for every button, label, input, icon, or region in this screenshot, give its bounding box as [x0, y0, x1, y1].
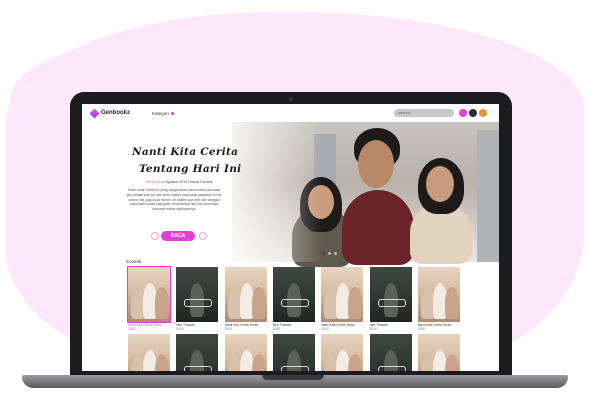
movie-card[interactable]: [369, 334, 412, 371]
movie-card[interactable]: [417, 334, 460, 371]
poster-figure: [155, 287, 169, 319]
movie-card[interactable]: Nanti Kita Cerita Tenta... 2020: [127, 266, 171, 331]
poster-figure: [155, 354, 169, 371]
navbar: Genbookz Kategori search...: [82, 104, 499, 122]
brand-logo[interactable]: Genbookz: [89, 108, 131, 118]
hero-meta: 96% Cocok Agustus 2019 Drama Comedi: [146, 180, 212, 184]
slider-dot[interactable]: [322, 252, 325, 255]
dislike-icon[interactable]: [151, 232, 159, 240]
movie-card[interactable]: Nim Thewok 2020: [272, 267, 315, 331]
poster-figure: [444, 287, 459, 319]
poster-title-art: [377, 366, 406, 371]
profile-icon[interactable]: [469, 109, 477, 117]
person-center-face: [358, 140, 394, 188]
search-input[interactable]: search...: [394, 109, 454, 117]
brand-name: Genbookz: [101, 110, 131, 116]
movie-card[interactable]: Nim Thewok 2020: [176, 267, 219, 331]
movie-year: 2020: [417, 327, 426, 331]
movie-card[interactable]: [176, 334, 219, 371]
slider-dot[interactable]: [334, 252, 337, 255]
poster-figure: [348, 287, 363, 319]
movie-card[interactable]: [224, 334, 267, 371]
hero-title-line1: Nanti Kita Cerita: [132, 146, 239, 158]
movie-card[interactable]: Nanti Kita Cerita Tenta... 2019: [321, 267, 364, 331]
movie-card[interactable]: [272, 334, 315, 371]
movie-year: 2020: [224, 327, 232, 331]
add-icon[interactable]: [199, 232, 207, 240]
poster-image[interactable]: [321, 334, 364, 371]
poster-image[interactable]: [369, 267, 412, 322]
person-right-face: [426, 166, 454, 202]
category-label: Kategori: [152, 110, 169, 116]
poster-image[interactable]: [417, 267, 460, 322]
slider-dot[interactable]: [328, 252, 331, 255]
category-menu[interactable]: Kategori: [152, 111, 174, 116]
laptop-notch: [262, 375, 324, 380]
movie-year: 2019: [321, 327, 329, 331]
poster-image[interactable]: [272, 267, 315, 322]
hero-banner: Nanti Kita Cerita Tentang Hari Ini 96% C…: [82, 122, 499, 267]
user-avatar[interactable]: [479, 109, 487, 117]
laptop-screen: Genbookz Kategori search... Nanti Kita C: [82, 104, 499, 371]
poster-image[interactable]: [272, 334, 315, 371]
hero-synopsis: Kisah anak SANAGA yang sangat suka menco…: [126, 188, 222, 212]
poster-image[interactable]: [224, 334, 267, 371]
hero-title-line2: Tentang Hari Ini: [139, 163, 242, 175]
movie-card[interactable]: [321, 334, 364, 371]
poster-image[interactable]: [369, 334, 412, 371]
movie-year: 2020: [272, 327, 281, 331]
building-right: [477, 130, 499, 262]
section-title: Komedi: [126, 259, 142, 264]
poster-title-art: [280, 299, 309, 307]
movie-card[interactable]: Nim Thewok 2019: [369, 267, 412, 331]
poster-figure: [348, 354, 363, 371]
movie-card[interactable]: Nanti Kita Cerita Tenta... 2020: [417, 267, 460, 331]
logo-icon: [89, 108, 100, 118]
hero-meta-details: Agustus 2019 Drama Comedi: [165, 180, 213, 184]
poster-image[interactable]: [176, 267, 219, 322]
poster-figure: [251, 287, 266, 319]
movie-card[interactable]: [128, 334, 170, 371]
poster-figure: [444, 354, 459, 371]
poster-image[interactable]: [176, 334, 219, 371]
camera-icon: [289, 97, 293, 101]
movie-year: 2020: [128, 327, 136, 331]
movie-year: 2019: [369, 327, 377, 331]
poster-image[interactable]: [128, 334, 170, 371]
match-rating: 96% Cocok: [146, 180, 165, 184]
read-button[interactable]: BACA: [161, 231, 195, 241]
chevron-down-icon: [170, 111, 174, 115]
movie-year: 2020: [176, 327, 184, 331]
movie-card[interactable]: Nanti Kita Cerita Tenta... 2020: [224, 267, 267, 331]
poster-figure: [251, 354, 266, 371]
poster-title-art: [184, 299, 213, 307]
poster-title-art: [184, 366, 213, 371]
poster-image[interactable]: [321, 267, 364, 322]
poster-image[interactable]: [127, 266, 171, 323]
person-center-body: [342, 190, 414, 265]
poster-image[interactable]: [417, 334, 460, 371]
poster-title-art: [377, 299, 406, 307]
poster-image[interactable]: [224, 267, 267, 322]
poster-title-art: [280, 366, 309, 371]
bell-icon[interactable]: [459, 109, 467, 117]
